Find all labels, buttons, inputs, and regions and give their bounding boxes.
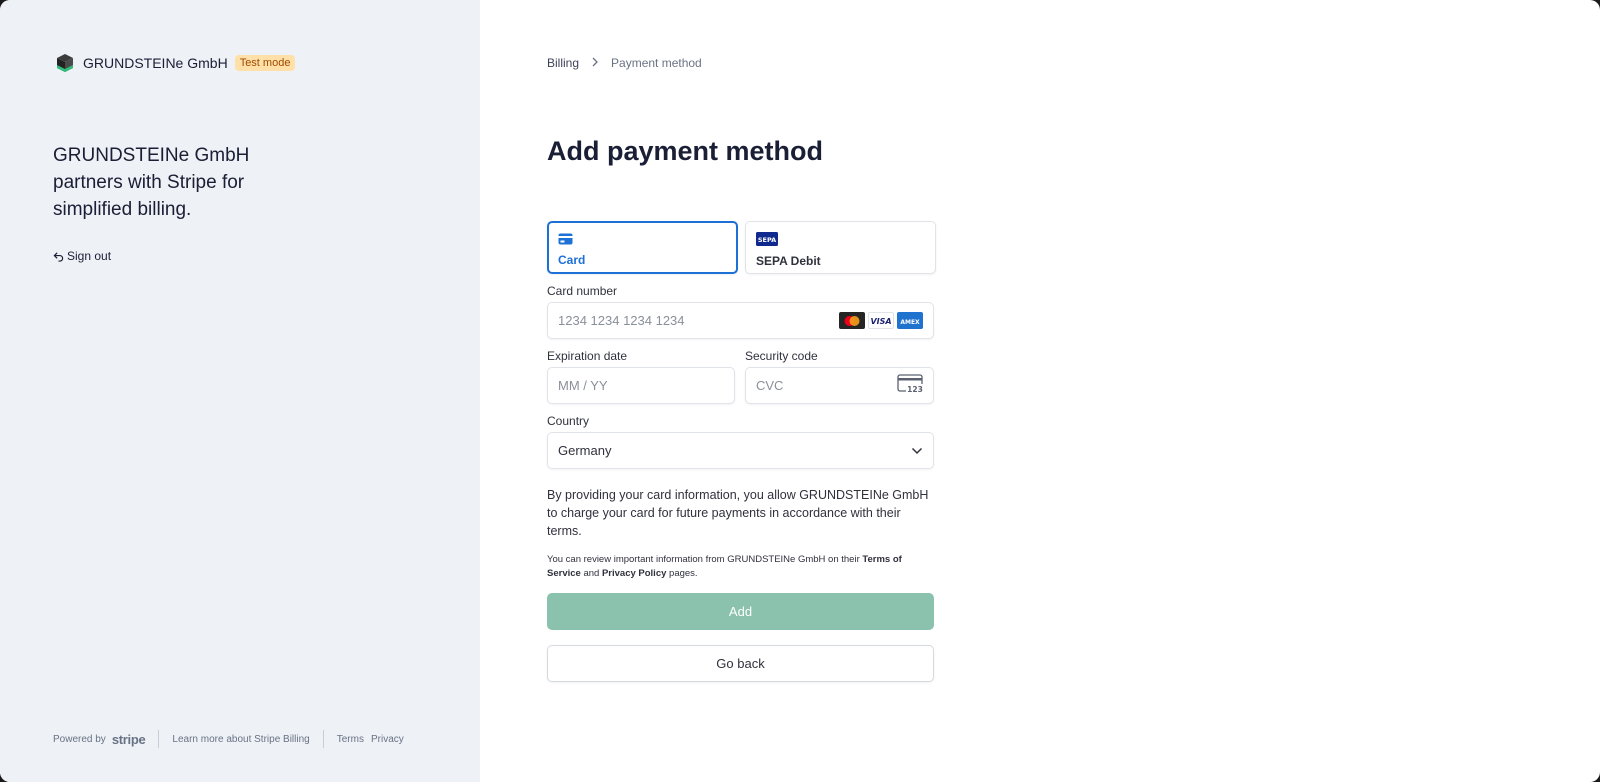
tab-sepa-label: SEPA Debit: [756, 254, 821, 268]
test-mode-badge: Test mode: [234, 55, 296, 71]
cvc-label: Security code: [745, 349, 818, 363]
legal-and: and: [580, 567, 602, 579]
go-back-button[interactable]: Go back: [547, 645, 934, 682]
card-number-label: Card number: [547, 284, 618, 298]
legal-prefix: You can review important information fro…: [547, 554, 863, 565]
add-button[interactable]: Add: [547, 593, 934, 630]
privacy-link[interactable]: Privacy: [371, 734, 404, 745]
merchant-name: GRUNDSTEINe GmbH: [83, 55, 228, 71]
merchant-panel: GRUNDSTEINe GmbH Test mode GRUNDSTEINe G…: [0, 0, 480, 782]
page-title: Add payment method: [547, 136, 824, 166]
legal-suffix: pages.: [666, 567, 698, 579]
svg-text:123: 123: [907, 385, 923, 394]
terms-link[interactable]: Terms: [337, 734, 364, 745]
payment-panel: Billing Payment method Add payment metho…: [480, 0, 1600, 782]
app-frame: GRUNDSTEINe GmbH Test mode GRUNDSTEINe G…: [0, 0, 1600, 782]
amex-icon: AMEX: [897, 312, 923, 329]
cvc-card-icon: 123: [897, 374, 923, 397]
mastercard-icon: [839, 312, 865, 329]
breadcrumb-billing[interactable]: Billing: [547, 56, 579, 70]
footer: Powered by stripe Learn more about Strip…: [53, 730, 411, 748]
breadcrumb: Billing Payment method: [547, 56, 702, 70]
consent-text: By providing your card information, you …: [547, 488, 929, 538]
tab-sepa-debit[interactable]: SEPA SEPA Debit: [745, 221, 936, 274]
stripe-logo[interactable]: stripe: [112, 732, 146, 747]
cvc-input[interactable]: CVC 123: [745, 367, 934, 404]
privacy-policy-link[interactable]: Privacy Policy: [602, 568, 666, 579]
sign-out-icon: [53, 251, 64, 262]
expiry-placeholder: MM / YY: [558, 378, 608, 393]
footer-divider: [158, 730, 160, 748]
card-icon: [558, 232, 573, 249]
payment-method-tabs: Card SEPA SEPA Debit: [547, 221, 943, 274]
card-brand-icons: VISA AMEX: [839, 312, 923, 329]
country-select[interactable]: Germany: [547, 432, 934, 469]
chevron-right-icon: [591, 56, 599, 70]
country-value: Germany: [558, 443, 612, 458]
card-number-input[interactable]: 1234 1234 1234 1234 VISA AMEX: [547, 302, 934, 339]
expiry-label: Expiration date: [547, 349, 628, 363]
sepa-icon: SEPA: [756, 232, 778, 250]
breadcrumb-payment-method: Payment method: [611, 56, 702, 70]
visa-icon: VISA: [868, 312, 894, 329]
tab-card[interactable]: Card: [547, 221, 738, 274]
cvc-placeholder: CVC: [756, 378, 784, 393]
tab-card-label: Card: [558, 253, 586, 267]
sign-out-label: Sign out: [67, 249, 112, 263]
powered-by-label: Powered by: [53, 733, 106, 745]
expiry-input[interactable]: MM / YY: [547, 367, 735, 404]
chevron-down-icon: [911, 443, 923, 458]
svg-text:SEPA: SEPA: [758, 236, 776, 244]
learn-more-link[interactable]: Learn more about Stripe Billing: [172, 734, 309, 745]
svg-text:AMEX: AMEX: [900, 319, 920, 326]
svg-text:VISA: VISA: [870, 317, 891, 326]
merchant-tagline: GRUNDSTEINe GmbH partners with Stripe fo…: [53, 145, 250, 220]
sign-out-link[interactable]: Sign out: [53, 249, 111, 263]
legal-notice: You can review important information fro…: [547, 553, 937, 580]
footer-divider: [322, 730, 324, 748]
merchant-logo-icon: [53, 51, 77, 75]
country-label: Country: [547, 414, 590, 428]
card-number-placeholder: 1234 1234 1234 1234: [558, 313, 685, 328]
merchant-header: GRUNDSTEINe GmbH Test mode: [53, 51, 296, 75]
